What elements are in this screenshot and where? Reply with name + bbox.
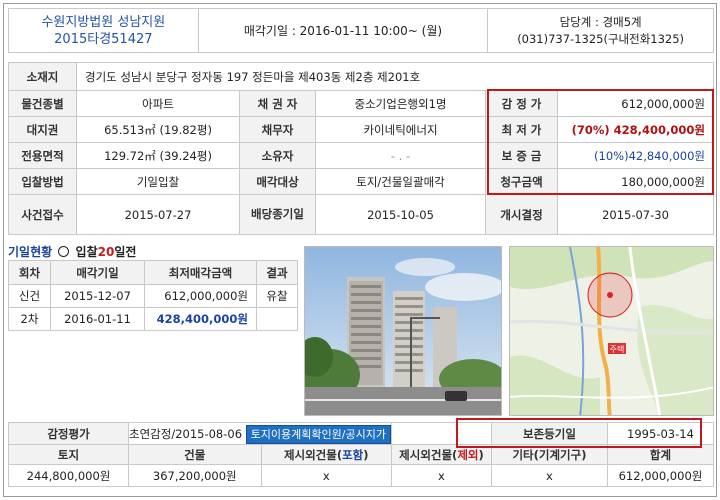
empty-cell	[390, 422, 492, 445]
header-included-word: 포함	[342, 447, 364, 462]
value-owner: - . -	[315, 142, 486, 169]
apartment-photo-image	[305, 247, 501, 415]
value-machinery: x	[490, 464, 608, 487]
value-extra-excluded: x	[390, 464, 492, 487]
label-bid-method: 입찰방법	[8, 168, 77, 195]
history-title-bid: 입찰	[75, 245, 98, 259]
history-result	[256, 307, 298, 331]
value-min-price: (70%) 428,400,000원	[557, 116, 714, 143]
clock-icon	[58, 246, 70, 257]
history-row: 신건 2015-12-07 612,000,000원 유찰	[8, 284, 298, 308]
info-table: 소재지 경기도 성남시 분당구 정자동 197 정든마을 제403동 제2층 제…	[8, 62, 714, 235]
label-land-right: 대지권	[8, 116, 77, 143]
value-type: 아파트	[76, 90, 240, 117]
dept-phone: (031)737-1325(구내전화1325)	[517, 31, 685, 46]
history-header-round: 회차	[8, 260, 51, 285]
sale-date: 매각기일 : 2016-01-11 10:00~ (월)	[197, 8, 489, 53]
value-land-right: 65.513㎡ (19.82평)	[76, 116, 240, 143]
header-close-paren: )	[363, 447, 369, 462]
value-debtor: 카이네틱에너지	[315, 116, 486, 143]
appraisal-value: 초연감정/2015-08-06	[129, 426, 243, 441]
history-date: 2015-12-07	[50, 284, 145, 308]
label-creditor: 채 권 자	[239, 90, 316, 117]
court-name: 수원지방법원 성남지원	[41, 14, 166, 30]
value-area: 129.72㎡ (39.24평)	[76, 142, 240, 169]
info-row: 전용면적 129.72㎡ (39.24평) 소유자 - . - 보 증 금 (1…	[8, 142, 714, 169]
history-round: 신건	[8, 284, 51, 308]
label-claim: 청구금액	[485, 168, 558, 195]
header-table: 수원지방법원 성남지원 2015타경51427 매각기일 : 2016-01-1…	[8, 8, 714, 53]
history-title: 기일현황 입찰20일전	[8, 243, 136, 260]
bottom-table: 감정평가 초연감정/2015-08-06 토지이용계획확인원/공시지가 보존등기…	[8, 422, 715, 487]
header-total: 합계	[606, 444, 715, 465]
value-case-received: 2015-07-27	[76, 194, 240, 235]
history-header-price: 최저매각금액	[144, 260, 257, 285]
label-owner: 소유자	[239, 142, 316, 169]
value-total: 612,000,000원	[606, 464, 715, 487]
label-type: 물건종별	[8, 90, 77, 117]
history-table: 회차 매각기일 최저매각금액 결과 신건 2015-12-07 612,000,…	[8, 260, 298, 331]
label-dividend-deadline: 배당종기일	[239, 194, 316, 235]
court-cell: 수원지방법원 성남지원 2015타경51427	[8, 8, 199, 53]
header-extra-excluded: 제시외건물(제외)	[390, 444, 492, 465]
value-land: 244,800,000원	[8, 464, 129, 487]
label-debtor: 채무자	[239, 116, 316, 143]
registration-date-label: 보존등기일	[490, 422, 608, 445]
header-close-paren: )	[478, 447, 484, 462]
history-price: 428,400,000원	[144, 307, 257, 331]
label-deposit: 보 증 금	[485, 142, 558, 169]
land-use-plan-button[interactable]: 토지이용계획확인원/공시지가	[245, 424, 391, 444]
header-machinery: 기타(기계기구)	[490, 444, 608, 465]
value-appraisal: 612,000,000원	[557, 90, 714, 117]
value-sale-target: 토지/건물일괄매각	[315, 168, 486, 195]
location-map[interactable]: 주택	[509, 246, 714, 416]
value-bid-method: 기일입찰	[76, 168, 240, 195]
value-dividend-deadline: 2015-10-05	[315, 194, 486, 235]
label-case-received: 사건접수	[8, 194, 77, 235]
appraisal-value-cell: 초연감정/2015-08-06 토지이용계획확인원/공시지가	[128, 422, 392, 445]
header-land: 토지	[8, 444, 129, 465]
dept-cell: 담당계 : 경매5계 (031)737-1325(구내전화1325)	[487, 8, 714, 53]
value-claim: 180,000,000원	[557, 168, 714, 195]
map-marker-label: 주택	[610, 344, 625, 354]
history-title-days-before: 일전	[114, 245, 137, 259]
info-row: 대지권 65.513㎡ (19.82평) 채무자 카이네틱에너지 최 저 가 (…	[8, 116, 714, 143]
header-building: 건물	[128, 444, 262, 465]
address-value: 경기도 성남시 분당구 정자동 197 정든마을 제403동 제2층 제201호	[76, 62, 714, 91]
label-min-price: 최 저 가	[485, 116, 558, 143]
appraisal-label: 감정평가	[8, 422, 129, 445]
history-header-date: 매각기일	[50, 260, 145, 285]
header-excluded-word: 제외	[457, 447, 479, 462]
value-building: 367,200,000원	[128, 464, 262, 487]
history-title-main: 기일현황	[8, 245, 53, 259]
dept: 담당계 : 경매5계	[559, 14, 642, 29]
label-commencement: 개시결정	[485, 194, 558, 235]
info-row: 입찰방법 기일입찰 매각대상 토지/건물일괄매각 청구금액 180,000,00…	[8, 168, 714, 195]
label-appraisal: 감 정 가	[485, 90, 558, 117]
value-extra-included: x	[260, 464, 392, 487]
history-result: 유찰	[256, 284, 298, 308]
value-commencement: 2015-07-30	[557, 194, 714, 235]
header-extra-included-text: 제시외건물(	[283, 447, 343, 462]
history-days: 20	[97, 245, 115, 259]
history-row: 2차 2016-01-11 428,400,000원	[8, 307, 298, 331]
info-row: 물건종별 아파트 채 권 자 중소기업은행외1명 감 정 가 612,000,0…	[8, 90, 714, 117]
label-sale-target: 매각대상	[239, 168, 316, 195]
case-number: 2015타경51427	[54, 31, 153, 47]
history-round: 2차	[8, 307, 51, 331]
history-date: 2016-01-11	[50, 307, 145, 331]
header-extra-excluded-text: 제시외건물(	[399, 447, 458, 462]
map-image: 주택	[510, 247, 713, 415]
info-row: 사건접수 2015-07-27 배당종기일 2015-10-05 개시결정 20…	[8, 194, 714, 235]
value-deposit: (10%)42,840,000원	[557, 142, 714, 169]
property-photo[interactable]	[304, 246, 502, 416]
header-extra-included: 제시외건물(포함)	[260, 444, 392, 465]
history-header-result: 결과	[256, 260, 298, 285]
label-area: 전용면적	[8, 142, 77, 169]
registration-date-value: 1995-03-14	[606, 422, 715, 445]
address-label: 소재지	[8, 62, 77, 91]
history-price: 612,000,000원	[144, 284, 257, 308]
value-creditor: 중소기업은행외1명	[315, 90, 486, 117]
